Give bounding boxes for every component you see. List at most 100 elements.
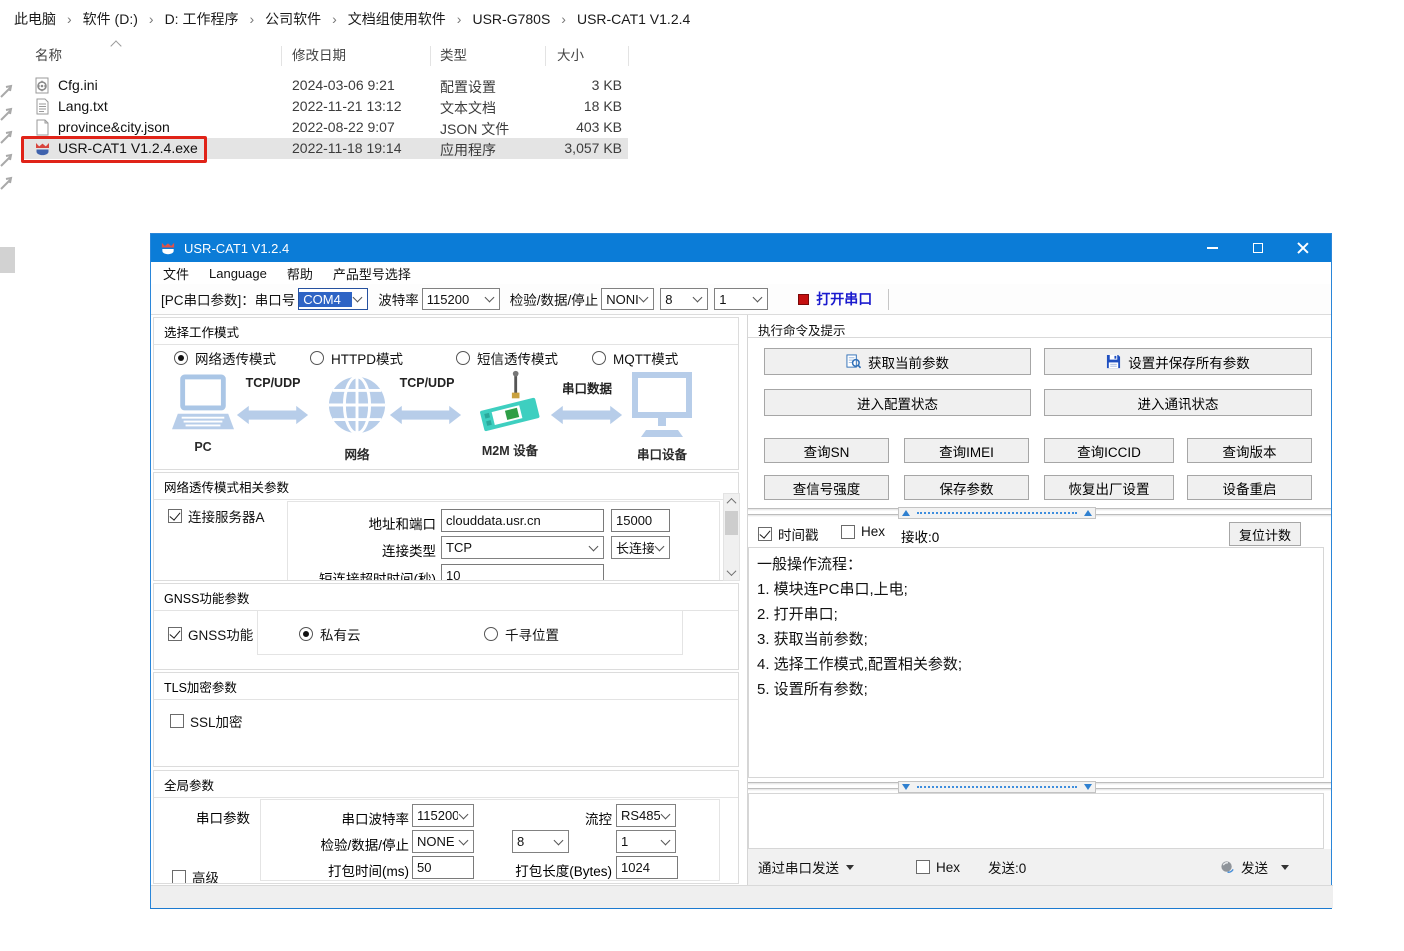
checkbox-send-hex[interactable]: Hex	[916, 860, 960, 875]
radio-icon	[456, 351, 470, 365]
radio-sms-mode[interactable]: 短信透传模式	[456, 348, 558, 368]
serial-databits-select[interactable]: 8	[512, 830, 569, 853]
checkbox-recv-hex[interactable]: Hex	[841, 524, 885, 539]
breadcrumb-item[interactable]: 此电脑	[14, 9, 56, 29]
menu-help[interactable]: 帮助	[277, 264, 323, 283]
menu-language[interactable]: Language	[199, 266, 277, 281]
send-via-serial-dropdown[interactable]: 通过串口发送	[758, 857, 854, 877]
checkbox-connect-server-a[interactable]: 连接服务器A	[168, 506, 265, 526]
server-port-input[interactable]: 15000	[611, 509, 670, 532]
query-version-button[interactable]: 查询版本	[1187, 438, 1312, 463]
group-gnss: GNSS功能参数 GNSS功能 私有云 千寻位置	[153, 583, 739, 670]
column-divider[interactable]	[430, 46, 431, 66]
serial-status-led-icon	[798, 294, 809, 305]
pack-length-input[interactable]: 1024	[616, 856, 678, 879]
receive-splitter[interactable]	[748, 507, 1331, 519]
keepalive-select[interactable]: 长连接	[611, 536, 670, 559]
column-header-type[interactable]: 类型	[440, 44, 467, 64]
serial-parity-select[interactable]: NONE	[412, 830, 474, 853]
pack-time-input[interactable]: 50	[412, 856, 474, 879]
flow-control-select[interactable]: RS485	[616, 804, 676, 827]
scroll-up-icon[interactable]	[724, 494, 739, 509]
connection-type-select[interactable]: TCP	[441, 536, 604, 559]
send-splitter[interactable]	[748, 781, 1331, 793]
column-divider[interactable]	[628, 46, 629, 66]
file-row-province-city-json[interactable]: province&city.json 2022-08-22 9:07 JSON …	[22, 117, 628, 138]
serial-toolbar: [PC串口参数]：串口号 COM4 波特率 115200 检验/数据/停止 NO…	[151, 284, 1331, 315]
enter-config-button[interactable]: 进入配置状态	[764, 389, 1031, 416]
group-global: 全局参数 串口参数 串口波特率 115200 流控 RS485 检验/数据/停止…	[153, 770, 739, 884]
ini-file-icon	[34, 77, 51, 94]
splitter-handle[interactable]	[898, 507, 1096, 519]
com-port-select[interactable]: COM4	[298, 288, 368, 310]
splitter-handle[interactable]	[898, 781, 1096, 793]
chevron-down-icon	[753, 293, 763, 303]
scroll-down-icon[interactable]	[724, 565, 739, 580]
breadcrumb-item[interactable]: D: 工作程序	[138, 9, 239, 29]
enter-comm-button[interactable]: 进入通讯状态	[1044, 389, 1312, 416]
radio-qianxun-location[interactable]: 千寻位置	[484, 624, 559, 644]
address-port-label: 地址和端口	[304, 513, 436, 533]
maximize-button[interactable]	[1235, 234, 1280, 262]
save-params-button[interactable]: 保存参数	[904, 475, 1029, 500]
file-row-cfg-ini[interactable]: Cfg.ini 2024-03-06 9:21 配置设置 3 KB	[22, 75, 628, 96]
short-conn-timeout-input[interactable]: 10	[441, 564, 604, 581]
scrollbar-fragment[interactable]	[0, 247, 15, 273]
receive-log-area[interactable]: 一般操作流程： 1. 模块连PC串口,上电; 2. 打开串口; 3. 获取当前参…	[748, 547, 1324, 778]
menu-product-model[interactable]: 产品型号选择	[323, 264, 421, 283]
server-address-input[interactable]: clouddata.usr.cn	[441, 509, 604, 532]
factory-reset-button[interactable]: 恢复出厂设置	[1044, 475, 1174, 500]
column-divider[interactable]	[281, 46, 282, 66]
send-input-area[interactable]	[748, 793, 1324, 849]
stopbits-select[interactable]: 1	[714, 288, 768, 310]
open-serial-button[interactable]: 打开串口	[798, 289, 872, 309]
set-save-all-button[interactable]: 设置并保存所有参数	[1044, 348, 1312, 375]
query-imei-button[interactable]: 查询IMEI	[904, 438, 1029, 463]
checkbox-advanced[interactable]: 高级	[172, 867, 219, 884]
file-row-lang-txt[interactable]: Lang.txt 2022-11-21 13:12 文本文档 18 KB	[22, 96, 628, 117]
net-params-scrollbar[interactable]	[723, 493, 740, 581]
baud-select[interactable]: 115200	[422, 288, 500, 310]
reset-counter-button[interactable]: 复位计数	[1229, 522, 1301, 546]
device-reboot-button[interactable]: 设备重启	[1187, 475, 1312, 500]
group-title: GNSS功能参数	[154, 584, 738, 611]
query-sn-button[interactable]: 查询SN	[764, 438, 889, 463]
radio-httpd-mode[interactable]: HTTPD模式	[310, 348, 403, 368]
send-button[interactable]: 发送	[1220, 857, 1289, 877]
column-divider[interactable]	[545, 46, 546, 66]
serial-baud-select[interactable]: 115200	[412, 804, 474, 827]
splitter-dots	[917, 512, 1077, 514]
breadcrumb-item[interactable]: 公司软件	[238, 9, 321, 29]
column-header-size[interactable]: 大小	[557, 44, 584, 64]
query-iccid-button[interactable]: 查询ICCID	[1044, 438, 1174, 463]
diagram-node-label: PC	[172, 440, 234, 454]
radio-private-cloud[interactable]: 私有云	[299, 624, 361, 644]
breadcrumb-item[interactable]: 文档组使用软件	[321, 9, 446, 29]
close-button[interactable]	[1280, 234, 1325, 262]
checkbox-ssl[interactable]: SSL加密	[170, 711, 243, 731]
file-date: 2022-08-22 9:07	[292, 119, 395, 135]
menu-file[interactable]: 文件	[151, 264, 199, 283]
radio-net-transparent-mode[interactable]: 网络透传模式	[174, 348, 276, 368]
databits-select[interactable]: 8	[660, 288, 708, 310]
minimize-button[interactable]	[1190, 234, 1235, 262]
file-name: Lang.txt	[58, 98, 108, 114]
checkbox-gnss-enable[interactable]: GNSS功能	[168, 624, 253, 644]
get-params-button[interactable]: 获取当前参数	[764, 348, 1031, 375]
file-size: 18 KB	[492, 98, 622, 114]
radio-mqtt-mode[interactable]: MQTT模式	[592, 348, 678, 368]
chevron-down-icon	[661, 835, 671, 845]
column-header-date[interactable]: 修改日期	[292, 44, 346, 64]
checkbox-icon	[172, 870, 186, 884]
titlebar[interactable]: USR-CAT1 V1.2.4	[151, 234, 1331, 262]
checkbox-timestamp[interactable]: 时间戳	[758, 524, 819, 544]
breadcrumb-item[interactable]: USR-CAT1 V1.2.4	[550, 11, 690, 27]
usr-cat1-window: USR-CAT1 V1.2.4 文件 Language 帮助 产品型号选择 [P…	[150, 233, 1332, 909]
serial-stopbits-select[interactable]: 1	[616, 830, 676, 853]
breadcrumb-item[interactable]: USR-G780S	[446, 11, 550, 27]
column-header-name[interactable]: 名称	[35, 44, 62, 64]
breadcrumb-item[interactable]: 软件 (D:)	[56, 9, 138, 29]
query-rssi-button[interactable]: 查信号强度	[764, 475, 889, 500]
parity-select[interactable]: NONI	[601, 288, 654, 310]
scrollbar-thumb[interactable]	[725, 511, 738, 535]
